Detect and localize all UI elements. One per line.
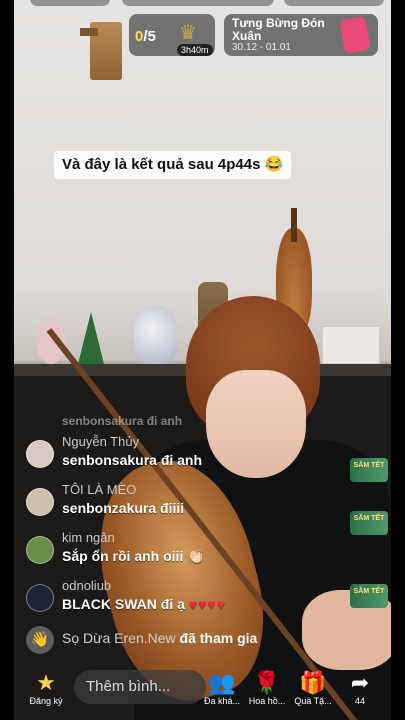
join-text: Sọ Dừa Eren.New đã tham gia [62, 630, 258, 646]
avatar[interactable] [26, 440, 54, 468]
join-notice: 👋 Sọ Dừa Eren.New đã tham gia [26, 624, 326, 654]
chat-username[interactable]: Nguyễn Thủy [62, 434, 139, 449]
chat-message-text: senbonzakura điiii [62, 500, 185, 516]
chat-username[interactable]: odnoliub [62, 578, 111, 593]
chat-list: senbonsakura đi anh Nguyễn Thủy senbonsa… [26, 414, 326, 654]
letterbox-left [0, 0, 14, 720]
chat-message[interactable]: odnoliub BLACK SWAN đi ạ ♥♥♥♥ [26, 576, 326, 618]
mini-tree [78, 312, 104, 364]
rose-icon: 🌹 [253, 670, 281, 695]
challenge-widget[interactable]: 0/5 ♛ 3h40m [129, 14, 215, 56]
multi-guest-button[interactable]: 👥 Đa khá... [200, 670, 244, 706]
top-pill-middle[interactable] [122, 0, 274, 6]
chat-message[interactable]: kim ngân Sắp ổn rồi anh oiii 👏🏻 [26, 528, 326, 570]
top-pill-left[interactable] [30, 0, 110, 6]
chat-message[interactable]: Nguyễn Thủy senbonsakura đi anh [26, 432, 326, 474]
challenge-score: 0/5 [135, 28, 156, 45]
chat-message[interactable]: TÔI LÀ MÈO senbonzakura điiii [26, 480, 326, 522]
crown-icon: ♛ [179, 22, 197, 44]
side-badge[interactable]: SĂM TẾT [350, 511, 388, 535]
event-banner[interactable]: Tưng Bừng Đón Xuân 30.12 - 01.01 [224, 14, 378, 56]
share-icon: ➦ [350, 670, 370, 695]
wall-lamp [80, 22, 122, 80]
top-pill-right[interactable] [284, 0, 384, 6]
heart-icon: ♥♥♥♥ [188, 596, 227, 612]
people-icon: 👥 [208, 670, 236, 695]
chat-message-text: senbonsakura đi anh [62, 452, 203, 468]
event-title: Tưng Bừng Đón Xuân [232, 16, 325, 43]
star-icon: ★ [36, 670, 56, 695]
chat-username[interactable]: TÔI LÀ MÈO [62, 482, 136, 497]
avatar[interactable] [26, 488, 54, 516]
gift-icon: 🎁 [299, 670, 327, 695]
video-caption: Và đây là kết quả sau 4p44s 😂 [54, 151, 292, 179]
gift-button[interactable]: 🎁 Quà Tặ... [290, 670, 336, 706]
comment-input[interactable]: Thêm bình... [74, 670, 206, 704]
chat-message-text: BLACK SWAN đi ạ ♥♥♥♥ [62, 596, 227, 612]
join-username[interactable]: Sọ Dừa Eren.New [62, 630, 176, 646]
avatar[interactable] [26, 536, 54, 564]
chat-message-text: senbonsakura đi anh [62, 414, 183, 428]
boxes [322, 326, 380, 364]
share-button[interactable]: ➦ 44 [338, 670, 382, 706]
chat-message-text: Sắp ổn rồi anh oiii 👏🏻 [62, 548, 205, 564]
wave-hand-icon: 👋 [26, 626, 54, 654]
avatar[interactable] [26, 584, 54, 612]
chat-message: senbonsakura đi anh [26, 414, 326, 430]
phone-gift-icon [339, 16, 371, 54]
challenge-timer: 3h40m [177, 44, 213, 56]
subscribe-button[interactable]: ★ Đăng ký [26, 670, 66, 706]
bottom-bar: ★ Đăng ký Thêm bình... 👥 Đa khá... 🌹 Hoa… [14, 662, 391, 720]
side-badge[interactable]: SĂM TẾT [350, 584, 388, 608]
letterbox-right [391, 0, 405, 720]
event-dates: 30.12 - 01.01 [232, 42, 291, 53]
side-badge[interactable]: SĂM TẾT [350, 458, 388, 482]
rose-button[interactable]: 🌹 Hoa hồ... [244, 670, 290, 706]
chat-username[interactable]: kim ngân [62, 530, 115, 545]
vase [134, 306, 178, 364]
